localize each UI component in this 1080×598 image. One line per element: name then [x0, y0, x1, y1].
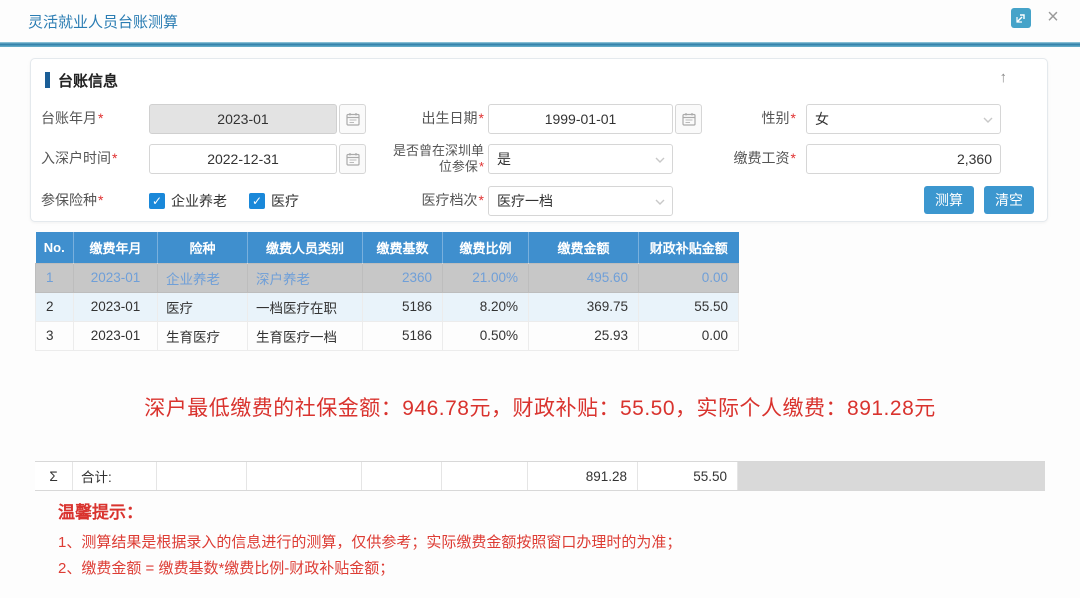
table-cell: 2023-01	[74, 321, 158, 350]
expand-icon[interactable]	[1011, 8, 1031, 28]
form-row: 台账年月* 2023-01 出生日期* 1999-01-01 性别* 女	[31, 103, 1049, 135]
table-cell: 生育医疗	[158, 321, 248, 350]
table-cell: 3	[36, 321, 74, 350]
calculate-button[interactable]: 测算	[924, 186, 974, 214]
column-header: 缴费金额	[529, 232, 639, 263]
chevron-down-icon	[983, 116, 993, 124]
column-header: 缴费比例	[443, 232, 529, 263]
hukou-entry-date-label: 入深户时间*	[41, 143, 145, 175]
table-cell: 0.00	[639, 321, 739, 350]
table-cell: 企业养老	[158, 263, 248, 292]
contribution-salary-input[interactable]: 2,360	[806, 144, 1001, 174]
panel-header: 台账信息	[45, 71, 118, 89]
column-header: 缴费人员类别	[248, 232, 363, 263]
medical-tier-select-value: 医疗一档	[497, 191, 553, 211]
table-cell: 369.75	[529, 292, 639, 321]
medical-tier-select[interactable]: 医疗一档	[488, 186, 673, 216]
tips-title: 温馨提示：	[58, 498, 681, 523]
column-header: 险种	[158, 232, 248, 263]
gender-label: 性别*	[696, 103, 796, 135]
summary-row: Σ 合计: 891.28 55.50	[35, 461, 1045, 491]
checkbox-icon[interactable]: ✓	[149, 193, 165, 209]
calendar-icon[interactable]	[339, 144, 366, 174]
table-cell: 生育医疗一档	[248, 321, 363, 350]
table-cell: 2023-01	[74, 263, 158, 292]
ledger-month-input[interactable]: 2023-01	[149, 104, 337, 134]
chevron-down-icon	[655, 156, 665, 164]
column-header: No.	[36, 232, 74, 263]
table-cell: 25.93	[529, 321, 639, 350]
checkbox-option[interactable]: ✓ 医疗	[249, 191, 299, 211]
chevron-down-icon	[655, 198, 665, 206]
header-divider	[0, 42, 1080, 47]
table-cell: 2360	[363, 263, 443, 292]
table-row[interactable]: 12023-01企业养老深户养老236021.00%495.600.00	[36, 263, 739, 292]
insured-before-select-value: 是	[497, 149, 511, 169]
birth-date-label: 出生日期*	[384, 103, 484, 135]
insured-before-label: 是否曾在深圳单位参保*	[384, 143, 484, 175]
summary-label: 合计:	[73, 462, 157, 490]
table-head-row: No.缴费年月险种缴费人员类别缴费基数缴费比例缴费金额财政补贴金额	[36, 232, 739, 263]
insurance-type-group: ✓ 企业养老 ✓ 医疗	[149, 185, 299, 217]
table-cell: 深户养老	[248, 263, 363, 292]
panel-title: 台账信息	[58, 70, 118, 91]
tips-section: 温馨提示： 1、测算结果是根据录入的信息进行的测算，仅供参考；实际缴费金额按照窗…	[58, 498, 681, 582]
table-row[interactable]: 32023-01生育医疗生育医疗一档51860.50%25.930.00	[36, 321, 739, 350]
gender-select[interactable]: 女	[806, 104, 1001, 134]
table-body: 12023-01企业养老深户养老236021.00%495.600.002202…	[36, 263, 739, 350]
checkbox-label: 医疗	[271, 191, 299, 211]
table-cell: 2023-01	[74, 292, 158, 321]
summary-subsidy-total: 55.50	[638, 462, 738, 490]
tip-item: 1、测算结果是根据录入的信息进行的测算，仅供参考；实际缴费金额按照窗口办理时的为…	[58, 530, 681, 556]
summary-contribution-total: 891.28	[528, 462, 638, 490]
ledger-month-label: 台账年月*	[41, 103, 145, 135]
column-header: 缴费年月	[74, 232, 158, 263]
checkbox-label: 企业养老	[171, 191, 227, 211]
column-header: 财政补贴金额	[639, 232, 739, 263]
column-header: 缴费基数	[363, 232, 443, 263]
summary-cell-empty	[157, 462, 247, 490]
table-cell: 0.00	[639, 263, 739, 292]
table-cell: 55.50	[639, 292, 739, 321]
birth-date-input[interactable]: 1999-01-01	[488, 104, 673, 134]
insurance-types-label: 参保险种*	[41, 185, 145, 217]
table-cell: 一档医疗在职	[248, 292, 363, 321]
table-cell: 2	[36, 292, 74, 321]
hukou-entry-date-input[interactable]: 2022-12-31	[149, 144, 337, 174]
summary-cell-empty	[442, 462, 528, 490]
insured-before-select[interactable]: 是	[488, 144, 673, 174]
contribution-salary-label: 缴费工资*	[696, 143, 796, 175]
summary-filler	[738, 462, 1045, 490]
close-icon[interactable]: ×	[1042, 5, 1064, 29]
table-cell: 0.50%	[443, 321, 529, 350]
collapse-arrow-icon[interactable]: ↑	[1000, 69, 1008, 86]
table-cell: 21.00%	[443, 263, 529, 292]
calendar-icon[interactable]	[339, 104, 366, 134]
section-marker	[45, 72, 50, 88]
checkbox-option[interactable]: ✓ 企业养老	[149, 191, 227, 211]
table-cell: 1	[36, 263, 74, 292]
table-cell: 495.60	[529, 263, 639, 292]
table-cell: 5186	[363, 321, 443, 350]
ledger-info-panel: 台账信息 ↑ 台账年月* 2023-01 出生日期* 1999-01-01 性别…	[30, 58, 1048, 222]
tip-item: 2、缴费金额 = 缴费基数*缴费比例-财政补贴金额；	[58, 556, 681, 582]
medical-tier-label: 医疗档次*	[384, 185, 484, 217]
table-row[interactable]: 22023-01医疗一档医疗在职51868.20%369.7555.50	[36, 292, 739, 321]
title-bar: 灵活就业人员台账测算 ×	[0, 0, 1080, 42]
checkbox-icon[interactable]: ✓	[249, 193, 265, 209]
sigma-symbol: Σ	[35, 462, 73, 490]
table-cell: 5186	[363, 292, 443, 321]
form-row: 入深户时间* 2022-12-31 是否曾在深圳单位参保* 是 缴费工资* 2,…	[31, 143, 1049, 175]
table-cell: 医疗	[158, 292, 248, 321]
summary-cell-empty	[362, 462, 442, 490]
result-table: No.缴费年月险种缴费人员类别缴费基数缴费比例缴费金额财政补贴金额 12023-…	[35, 232, 739, 351]
summary-cell-empty	[247, 462, 362, 490]
table-cell: 8.20%	[443, 292, 529, 321]
page-title: 灵活就业人员台账测算	[28, 11, 178, 32]
result-message: 深户最低缴费的社保金额：946.78元，财政补贴：55.50，实际个人缴费：89…	[35, 392, 1045, 422]
clear-button[interactable]: 清空	[984, 186, 1034, 214]
gender-select-value: 女	[815, 109, 829, 129]
form-row: 参保险种* ✓ 企业养老 ✓ 医疗 医疗档次* 医疗一档 测算 清空	[31, 185, 1049, 217]
